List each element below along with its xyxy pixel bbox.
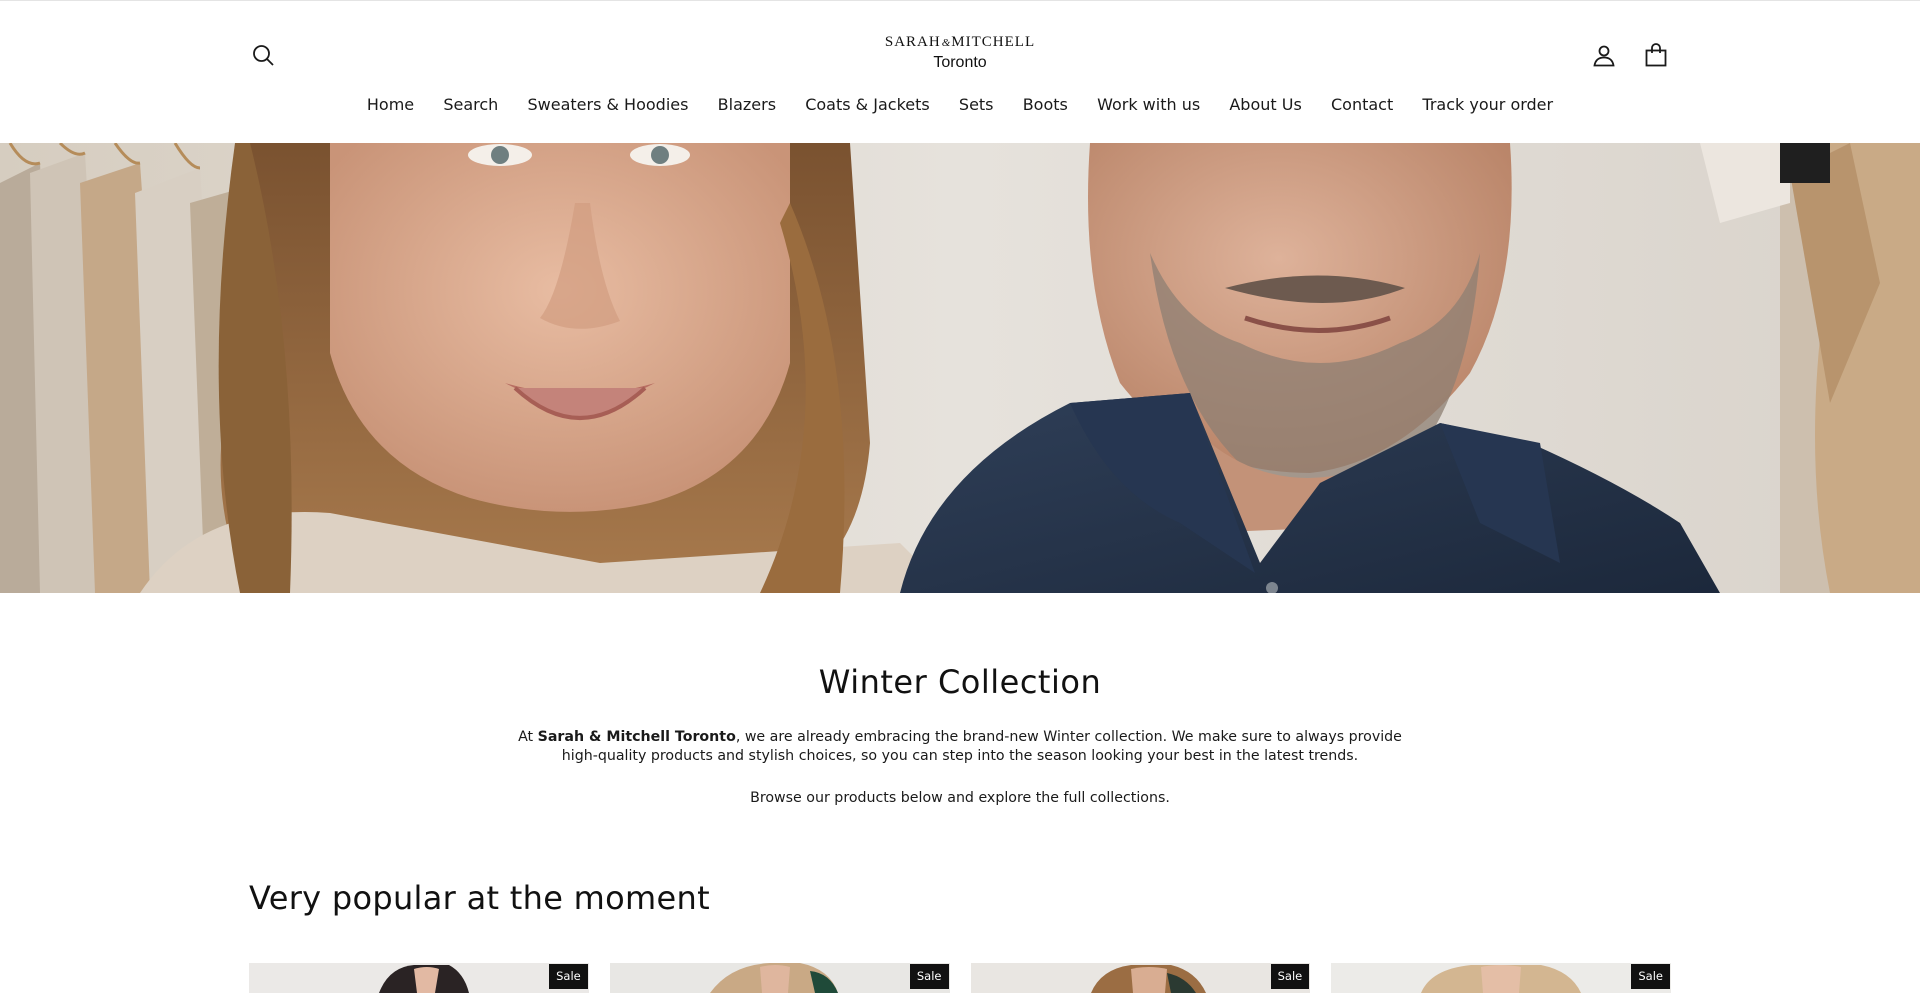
nav-item-about-us[interactable]: About Us <box>1215 92 1317 118</box>
search-button[interactable] <box>247 39 279 71</box>
popular-section-title: Very popular at the moment <box>249 879 710 917</box>
sale-badge: Sale <box>1270 964 1310 989</box>
collection-description: At Sarah & Mitchell Toronto, we are alre… <box>518 729 1402 764</box>
nav-item-work-with-us[interactable]: Work with us <box>1082 92 1214 118</box>
sale-badge: Sale <box>909 964 949 989</box>
product-image <box>249 963 589 993</box>
browse-text: Browse our products below and explore th… <box>750 790 1170 806</box>
nav-item-blazers[interactable]: Blazers <box>703 92 791 118</box>
sale-badge: Sale <box>1631 964 1670 989</box>
brand-name-bold: Sarah & Mitchell Toronto <box>537 729 736 745</box>
nav-item-track-order[interactable]: Track your order <box>1408 92 1568 118</box>
search-icon <box>253 45 274 66</box>
main-nav: Home Search Sweaters & Hoodies Blazers C… <box>0 92 1920 118</box>
product-grid: Sale Sale Sale Sale <box>249 963 1671 993</box>
account-icon <box>1593 45 1615 67</box>
cart-icon <box>1645 43 1667 67</box>
hero-banner <box>0 143 1920 593</box>
nav-item-sweaters-hoodies[interactable]: Sweaters & Hoodies <box>513 92 703 118</box>
nav-item-boots[interactable]: Boots <box>1008 92 1082 118</box>
account-button[interactable] <box>1588 39 1620 71</box>
cart-button[interactable] <box>1640 39 1672 71</box>
product-image <box>609 963 950 993</box>
product-card[interactable]: Sale <box>1331 963 1671 993</box>
nav-item-coats-jackets[interactable]: Coats & Jackets <box>791 92 945 118</box>
collection-title: Winter Collection <box>818 663 1102 701</box>
product-card[interactable]: Sale <box>249 963 589 993</box>
nav-item-sets[interactable]: Sets <box>944 92 1008 118</box>
logo-wordmark: SARAH&MITCHELL <box>884 34 1036 50</box>
site-header: SARAH&MITCHELL Toronto Home Search Sweat… <box>0 0 1920 143</box>
nav-item-contact[interactable]: Contact <box>1316 92 1407 118</box>
logo-city: Toronto <box>933 54 987 71</box>
nav-item-search[interactable]: Search <box>429 92 513 118</box>
hero-image <box>0 143 1920 593</box>
nav-item-home[interactable]: Home <box>352 92 428 118</box>
product-card[interactable]: Sale <box>609 963 950 993</box>
brand-logo[interactable]: SARAH&MITCHELL Toronto <box>860 33 1060 73</box>
product-image <box>1331 963 1671 993</box>
product-image <box>970 963 1311 993</box>
sale-badge: Sale <box>549 964 588 989</box>
product-card[interactable]: Sale <box>970 963 1311 993</box>
